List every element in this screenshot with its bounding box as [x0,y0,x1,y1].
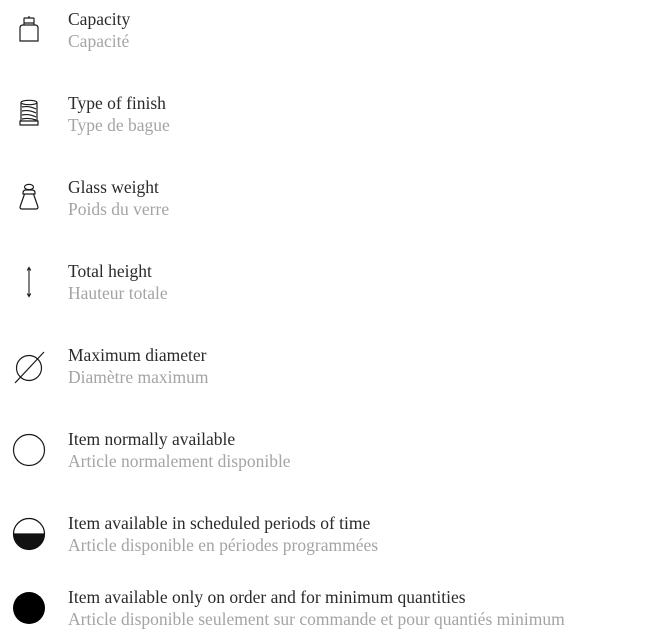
legend-label-en: Type of finish [68,93,166,113]
legend-label-fr: Diamètre maximum [68,367,209,387]
height-arrow-icon [6,258,52,304]
legend-label-en: Item available only on order and for min… [68,587,466,607]
bottle-capacity-icon [6,6,52,52]
empty-circle-icon [6,426,52,472]
legend-label-en: Item available in scheduled periods of t… [68,513,371,533]
legend-label-en: Capacity [68,9,131,29]
legend-label-fr: Capacité [68,31,130,51]
legend-item-maximum-diameter: Maximum diameter Diamètre maximum [0,344,658,400]
legend-label-en: Item normally available [68,429,236,449]
half-filled-circle-icon [6,510,52,556]
legend-item-type-of-finish: Type of finish Type de bague [0,92,658,148]
legend-item-normally-available: Item normally available Article normalem… [0,428,658,484]
legend-label-fr: Article disponible seulement sur command… [68,609,565,629]
legend-item-total-height: Total height Hauteur totale [0,260,658,316]
legend-item-scheduled-availability: Item available in scheduled periods of t… [0,512,658,568]
legend-label-fr: Hauteur totale [68,283,168,303]
legend-label-en: Total height [68,261,152,281]
diameter-icon [6,342,52,388]
legend-label-fr: Article normalement disponible [68,451,291,471]
legend-list: Capacity Capacité Type of finish Type de… [0,0,658,634]
legend-item-glass-weight: Glass weight Poids du verre [0,176,658,232]
glass-weight-icon [6,174,52,220]
filled-circle-icon [6,584,52,630]
finish-type-icon [6,90,52,136]
legend-label-en: Maximum diameter [68,345,207,365]
legend-label-fr: Poids du verre [68,199,170,219]
legend-label-fr: Article disponible en périodes programmé… [68,535,379,555]
legend-label-en: Glass weight [68,177,159,197]
legend-label-fr: Type de bague [68,115,170,135]
legend-item-capacity: Capacity Capacité [0,8,658,64]
